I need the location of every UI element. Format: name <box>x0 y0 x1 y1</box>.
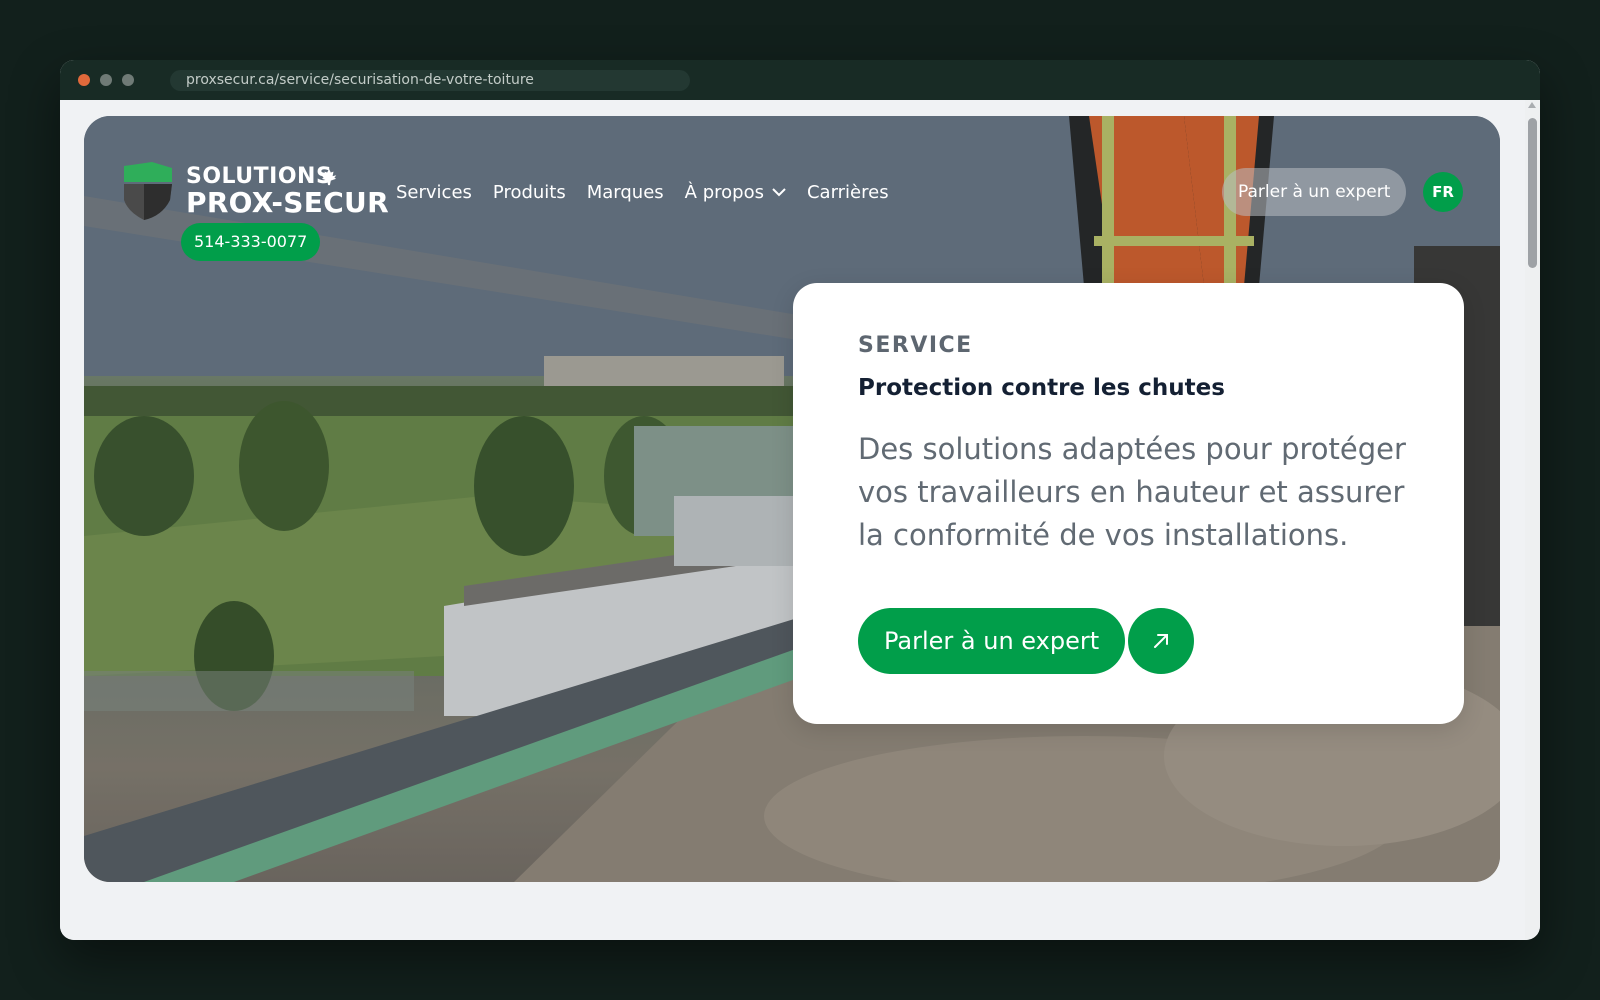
service-eyebrow: SERVICE <box>858 333 973 358</box>
expert-button[interactable]: Parler à un expert <box>858 608 1126 674</box>
nav-marques-label: Marques <box>586 181 664 203</box>
arrow-up-right-icon <box>1154 634 1168 648</box>
nav-carrieres[interactable]: Carrières <box>807 182 889 203</box>
minimize-window-button[interactable] <box>100 74 112 86</box>
company-logo[interactable]: SOLUTIONS PROX-SECUR <box>120 160 389 224</box>
maple-leaf-icon <box>321 168 337 186</box>
language-toggle[interactable]: FR <box>1423 172 1463 212</box>
hero-section: SOLUTIONS PROX-SECUR 514-333-0077 Servic… <box>84 116 1500 882</box>
arrow-button[interactable] <box>1128 608 1194 674</box>
logo-line2: PROX-SECUR <box>186 186 389 219</box>
service-card: SERVICE Protection contre les chutes Des… <box>793 283 1464 724</box>
nav-produits[interactable]: Produits <box>493 182 566 203</box>
nav-services-label: Services <box>396 181 472 203</box>
main-nav: Services Produits Marques À propos Carri… <box>396 180 910 204</box>
chevron-down-icon <box>772 187 786 196</box>
title-bar: proxsecur.ca/service/securisation-de-vot… <box>60 60 1540 100</box>
vertical-scrollbar[interactable] <box>1525 100 1540 940</box>
header-expert-button[interactable]: Parler à un expert <box>1222 168 1407 216</box>
close-window-button[interactable] <box>78 74 90 86</box>
address-bar[interactable]: proxsecur.ca/service/securisation-de-vot… <box>170 70 690 91</box>
nav-marques[interactable]: Marques <box>587 182 664 203</box>
shield-logo-icon <box>124 162 172 220</box>
nav-carrieres-label: Carrières <box>806 181 889 203</box>
nav-a-propos-label: À propos <box>684 181 764 203</box>
nav-produits-label: Produits <box>492 181 566 203</box>
nav-services[interactable]: Services <box>396 182 472 203</box>
nav-a-propos[interactable]: À propos <box>685 182 786 203</box>
scroll-thumb[interactable] <box>1528 118 1537 268</box>
maximize-window-button[interactable] <box>122 74 134 86</box>
scroll-up-arrow-icon[interactable] <box>1528 102 1536 108</box>
service-description: Des solutions adaptées pour protéger vos… <box>858 432 1406 552</box>
browser-window: proxsecur.ca/service/securisation-de-vot… <box>60 60 1540 940</box>
page-viewport: SOLUTIONS PROX-SECUR 514-333-0077 Servic… <box>60 100 1525 940</box>
phone-button[interactable]: 514-333-0077 <box>181 223 321 261</box>
service-title: Protection contre les chutes <box>858 375 1225 401</box>
